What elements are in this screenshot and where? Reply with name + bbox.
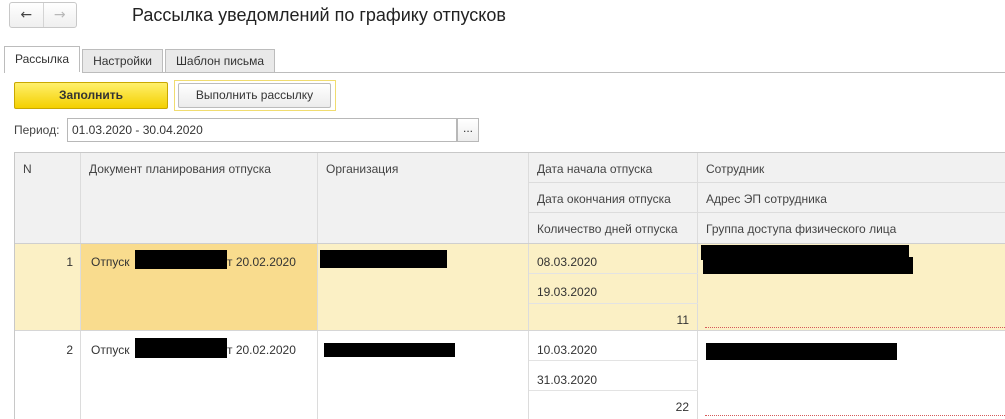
tab-letter-template[interactable]: Шаблон письма: [164, 49, 276, 73]
header-start-date[interactable]: Дата начала отпуска: [529, 153, 698, 183]
fill-button[interactable]: Заполнить: [14, 82, 168, 109]
row2-access-group-empty[interactable]: [705, 415, 1005, 416]
redaction-row2-employee: [706, 343, 897, 360]
row2-document-prefix: Отпуск: [91, 343, 130, 357]
row1-days: 11: [676, 313, 689, 327]
row1-document-date: т 20.02.2020: [227, 255, 296, 269]
tab-settings[interactable]: Настройки: [82, 49, 163, 73]
send-mailing-button[interactable]: Выполнить рассылку: [178, 83, 331, 108]
redaction-row2-document: [135, 338, 227, 358]
row2-end-date: 31.03.2020: [537, 373, 598, 387]
row2-number: 2: [66, 343, 73, 357]
row1-number: 1: [66, 255, 73, 269]
tab-mailing[interactable]: Рассылка: [4, 46, 81, 73]
vacation-table: N Документ планирования отпуска Организа…: [14, 152, 1005, 419]
tab-divider: [4, 72, 1005, 73]
redaction-row1-organization: [320, 250, 447, 268]
row1-document-prefix: Отпуск: [91, 255, 130, 269]
redaction-row2-organization: [324, 343, 455, 357]
period-select-button[interactable]: ...: [457, 118, 479, 142]
header-document[interactable]: Документ планирования отпуска: [81, 153, 318, 244]
back-arrow-icon[interactable]: ←: [10, 3, 44, 27]
header-access-group[interactable]: Группа доступа физического лица: [698, 213, 1005, 244]
header-n[interactable]: N: [15, 153, 81, 244]
window-title: Рассылка уведомлений по графику отпусков: [132, 5, 506, 25]
header-organization[interactable]: Организация: [318, 153, 529, 244]
period-input[interactable]: 01.03.2020 - 30.04.2020: [67, 118, 457, 142]
navigation-buttons: ← →: [9, 2, 77, 28]
tab-bar: Рассылка Настройки Шаблон письма: [4, 46, 277, 73]
row1-start-date: 08.03.2020: [537, 255, 598, 269]
row1-end-date: 19.03.2020: [537, 285, 598, 299]
header-employee[interactable]: Сотрудник: [698, 153, 1005, 183]
row2-days: 22: [675, 400, 689, 414]
row2-start-date: 10.03.2020: [537, 343, 598, 357]
period-label: Период:: [14, 123, 60, 137]
redaction-row1-email: [703, 257, 913, 274]
header-days[interactable]: Количество дней отпуска: [529, 213, 698, 244]
header-end-date[interactable]: Дата окончания отпуска: [529, 183, 698, 213]
forward-arrow-icon[interactable]: →: [44, 3, 77, 27]
row2-document-date: т 20.02.2020: [227, 343, 296, 357]
header-email[interactable]: Адрес ЭП сотрудника: [698, 183, 1005, 213]
redaction-row1-document: [135, 250, 227, 269]
row1-access-group-empty[interactable]: [705, 327, 1005, 328]
